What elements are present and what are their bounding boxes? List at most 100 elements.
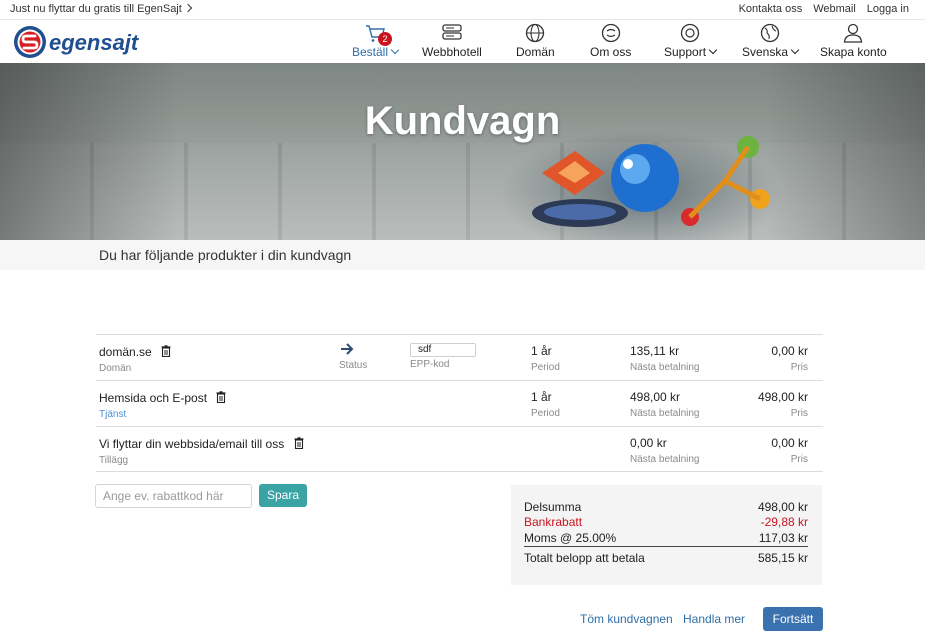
move-free-promo-link[interactable]: Just nu flyttar du gratis till EgenSajt <box>10 3 193 15</box>
next-payment-value: 135,11 kr <box>630 344 680 358</box>
globe-icon <box>523 22 547 44</box>
trash-icon[interactable] <box>161 345 171 358</box>
hero-shade-left <box>0 63 180 240</box>
total-label: Totalt belopp att betala <box>524 551 645 565</box>
nav-webhosting-label: Webbhotell <box>422 45 482 59</box>
logo-text: egensajt <box>49 30 140 55</box>
webmail-link[interactable]: Webmail <box>813 3 856 15</box>
chat-icon <box>599 22 623 44</box>
chevron-down-icon <box>390 45 400 55</box>
hero-shade-right <box>765 63 925 240</box>
price-label: Pris <box>790 408 808 419</box>
period-cell: 1 år Period <box>531 390 560 419</box>
nav-language-label: Svenska <box>742 45 789 59</box>
top-links: Kontakta oss Webmail Logga in <box>739 3 909 15</box>
page-title: Kundvagn <box>364 99 561 143</box>
top-bar: Just nu flyttar du gratis till EgenSajt … <box>0 0 925 20</box>
next-payment-cell: 135,11 kr Nästa betalning <box>630 344 700 373</box>
vat-label: Moms @ 25.00% <box>524 531 617 545</box>
trash-icon[interactable] <box>216 391 226 404</box>
discount-row: Bankrabatt -29,88 kr <box>524 515 808 529</box>
product-name: domän.se <box>99 345 152 359</box>
nav-support-label: Support <box>664 45 707 59</box>
cart-row-domain: domän.se Domän Status sdf EPP-kod 1 år P… <box>96 334 823 380</box>
total-row: Totalt belopp att betala 585,15 kr <box>524 551 808 565</box>
period-label: Period <box>531 362 560 373</box>
nav-order[interactable]: 2 Beställ <box>352 22 400 59</box>
product-cell: Hemsida och E-post Tjänst <box>99 390 226 420</box>
cart-row-hosting: Hemsida och E-post Tjänst 1 år Period 49… <box>96 380 823 426</box>
egensajt-logo[interactable]: egensajt <box>13 24 163 60</box>
next-payment-cell: 0,00 kr Nästa betalning <box>630 436 700 465</box>
cart-count-badge: 2 <box>378 32 393 46</box>
next-payment-cell: 498,00 kr Nästa betalning <box>630 390 700 419</box>
nav-create-account[interactable]: Skapa konto <box>820 22 887 59</box>
nav-webhosting[interactable]: Webbhotell <box>422 22 482 59</box>
epp-cell: sdf EPP-kod <box>410 343 476 370</box>
save-discount-button[interactable]: Spara <box>259 484 307 507</box>
empty-cart-link[interactable]: Töm kundvagnen <box>580 612 673 626</box>
nav-language[interactable]: Svenska <box>742 22 800 59</box>
price-label: Pris <box>790 362 808 373</box>
price-cell: 0,00 kr Pris <box>771 344 808 373</box>
next-payment-label: Nästa betalning <box>630 362 700 373</box>
chevron-down-icon <box>708 45 718 55</box>
nav-create-account-label: Skapa konto <box>820 45 887 59</box>
discount-code-input[interactable]: Ange ev. rabattkod här <box>95 484 252 508</box>
price-cell: 0,00 kr Pris <box>771 436 808 465</box>
chevron-down-icon <box>790 45 800 55</box>
cms-logos-illustration <box>532 136 770 227</box>
product-type-link[interactable]: Tjänst <box>99 409 226 420</box>
chevron-right-icon <box>183 3 193 13</box>
next-payment-value: 498,00 kr <box>630 390 681 404</box>
product-cell: Vi flyttar din webbsida/email till oss T… <box>99 436 304 466</box>
next-payment-label: Nästa betalning <box>630 408 700 419</box>
logo-mark-icon: egensajt <box>14 26 140 58</box>
subtotal-row: Delsumma 498,00 kr <box>524 500 808 514</box>
lifebuoy-icon <box>678 22 702 44</box>
trash-icon[interactable] <box>294 437 304 450</box>
contact-link[interactable]: Kontakta oss <box>739 3 803 15</box>
cart-intro-text: Du har följande produkter i din kundvagn <box>99 247 352 263</box>
price-label: Pris <box>790 454 808 465</box>
status-label: Status <box>339 360 368 371</box>
price-value: 498,00 kr <box>757 390 808 404</box>
next-payment-value: 0,00 kr <box>630 436 667 450</box>
product-name: Vi flyttar din webbsida/email till oss <box>99 437 285 451</box>
period-value: 1 år <box>531 390 552 404</box>
nav-about[interactable]: Om oss <box>590 22 631 59</box>
continue-shopping-link[interactable]: Handla mer <box>683 612 745 626</box>
nav-domain[interactable]: Domän <box>516 22 555 59</box>
cart-row-migration: Vi flyttar din webbsida/email till oss T… <box>96 426 823 472</box>
status-cell: Status <box>339 342 367 371</box>
vat-row: Moms @ 25.00% 117,03 kr <box>524 531 808 547</box>
server-icon <box>440 22 464 44</box>
nav-about-label: Om oss <box>590 45 632 59</box>
nav-order-label: Beställ <box>352 45 389 59</box>
continue-button[interactable]: Fortsätt <box>763 607 823 631</box>
next-payment-label: Nästa betalning <box>630 454 700 465</box>
vat-value: 117,03 kr <box>758 531 808 545</box>
epp-label: EPP-kod <box>410 359 450 370</box>
discount-label: Bankrabatt <box>524 515 583 529</box>
period-cell: 1 år Period <box>531 344 560 373</box>
period-value: 1 år <box>531 344 552 358</box>
price-value: 0,00 kr <box>771 344 808 358</box>
arrow-right-icon <box>339 342 367 356</box>
subtotal-value: 498,00 kr <box>757 500 808 514</box>
nav-domain-label: Domän <box>516 45 555 59</box>
nav-support[interactable]: Support <box>664 22 718 59</box>
main-nav: egensajt 2 Beställ Webbhotell Domän Om o… <box>0 20 925 63</box>
price-value: 0,00 kr <box>771 436 808 450</box>
world-icon <box>758 22 782 44</box>
product-type: Tillägg <box>99 455 129 466</box>
epp-code-input[interactable]: sdf <box>410 343 476 357</box>
total-value: 585,15 kr <box>757 551 808 565</box>
product-type: Domän <box>99 363 132 374</box>
product-name: Hemsida och E-post <box>99 391 208 405</box>
login-link[interactable]: Logga in <box>867 3 909 15</box>
hero-banner: Kundvagn <box>0 63 925 240</box>
cart-table: domän.se Domän Status sdf EPP-kod 1 år P… <box>96 334 823 472</box>
price-cell: 498,00 kr Pris <box>758 390 808 419</box>
totals-panel: Delsumma 498,00 kr Bankrabatt -29,88 kr … <box>511 485 822 585</box>
